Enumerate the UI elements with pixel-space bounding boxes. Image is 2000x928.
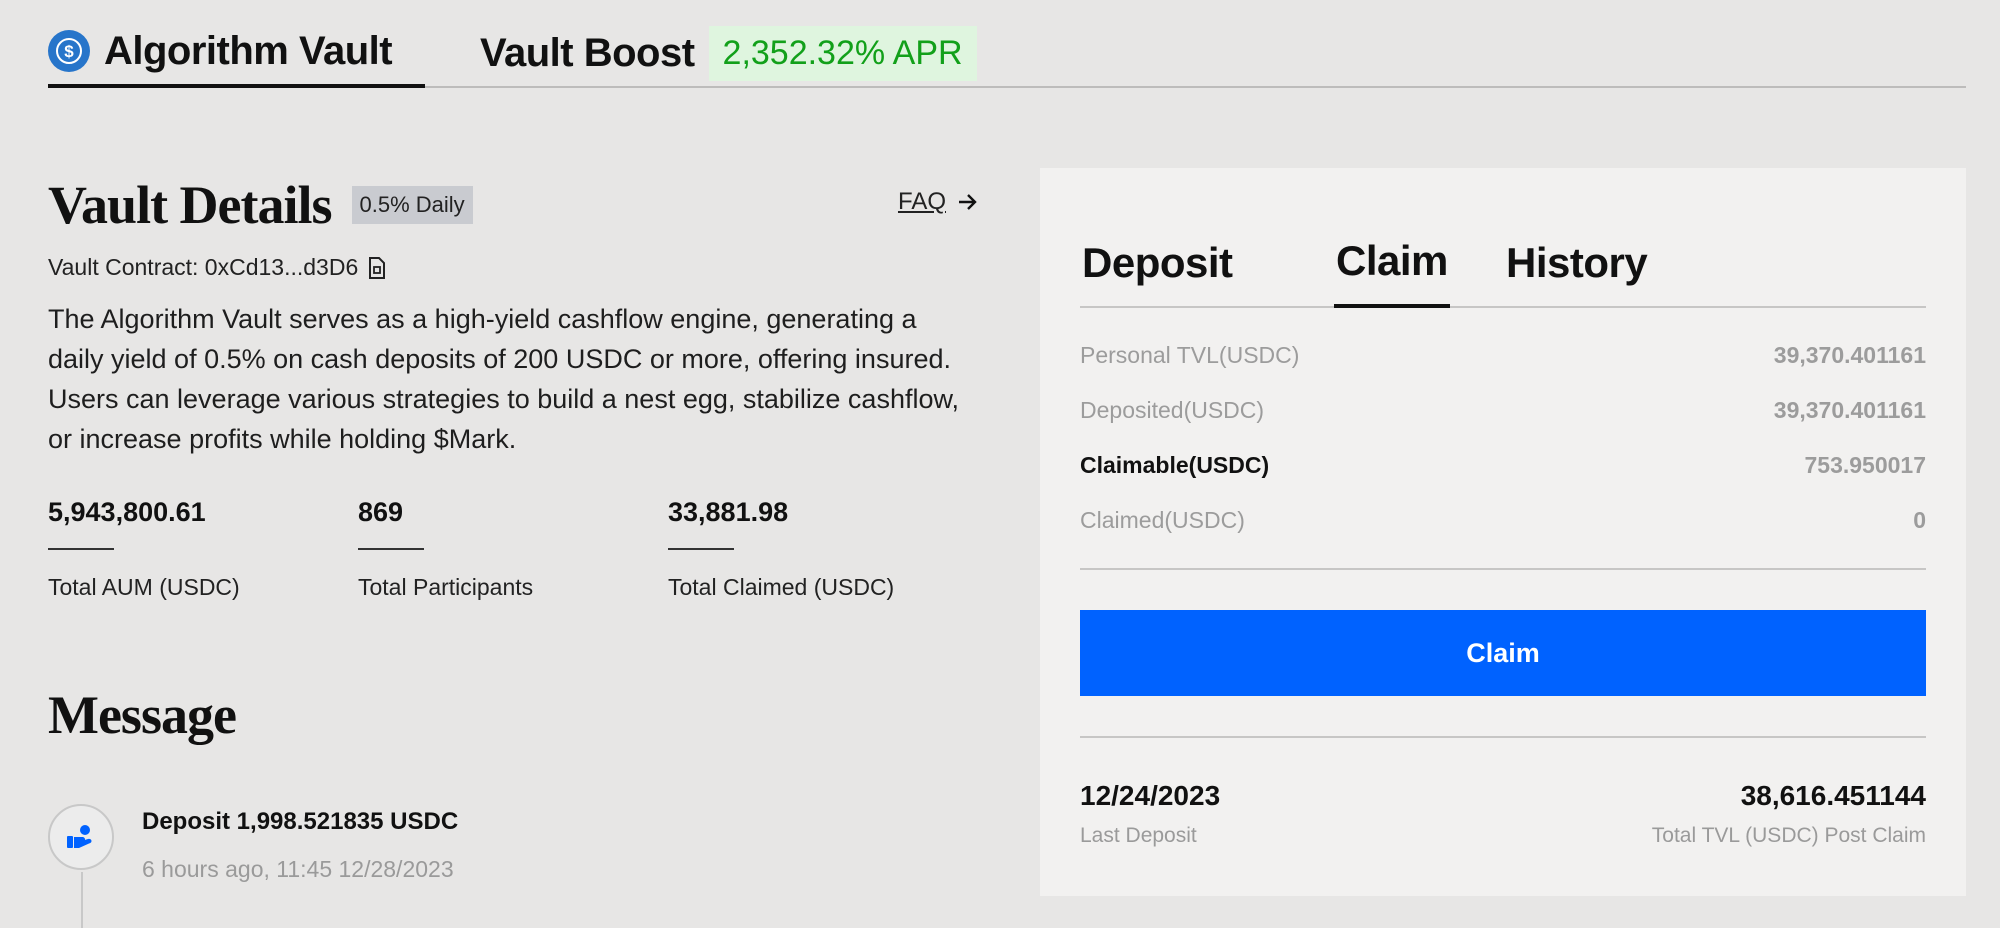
row-personal-tvl: Personal TVL(USDC) 39,370.401161: [1080, 328, 1926, 383]
row-claimable: Claimable(USDC) 753.950017: [1080, 438, 1926, 493]
stat-value: 33,881.98: [668, 497, 789, 527]
stat-label: Total Claimed (USDC): [668, 574, 895, 600]
message-headline: Deposit 1,998.521835 USDC: [142, 808, 459, 835]
tab-algorithm-vault[interactable]: $ Algorithm Vault: [48, 18, 425, 88]
stat-divider: [668, 548, 734, 550]
tab-vault-boost-label: Vault Boost: [480, 30, 695, 75]
tab-vault-boost[interactable]: Vault Boost 2,352.32% APR: [480, 18, 977, 88]
faq-link[interactable]: FAQ: [898, 188, 978, 216]
last-deposit-value: 12/24/2023: [1080, 780, 1221, 811]
tab-deposit[interactable]: Deposit: [1082, 218, 1233, 308]
divider: [1080, 568, 1926, 570]
row-claimed: Claimed(USDC) 0: [1080, 493, 1926, 548]
row-key: Claimable(USDC): [1080, 452, 1270, 478]
row-value: 39,370.401161: [1773, 342, 1926, 368]
tab-algorithm-vault-label: Algorithm Vault: [104, 28, 393, 73]
usdc-coin-icon: $: [48, 30, 90, 72]
row-value: 0: [1913, 507, 1926, 533]
message-time: 6 hours ago, 11:45 12/28/2023: [142, 856, 454, 882]
vault-contract: Vault Contract: 0xCd13...d3D6: [48, 254, 978, 281]
copy-icon[interactable]: [366, 256, 388, 280]
stat-value: 5,943,800.61: [48, 497, 206, 527]
svg-text:$: $: [64, 42, 74, 61]
post-claim-label: Total TVL (USDC) Post Claim: [1651, 824, 1926, 847]
stat-total-aum: 5,943,800.61 Total AUM (USDC): [48, 497, 358, 601]
claim-panel: Deposit Claim History Personal TVL(USDC)…: [1040, 168, 1966, 896]
daily-yield-badge: 0.5% Daily: [351, 186, 473, 224]
panel-tabs: Deposit Claim History: [1080, 218, 1926, 308]
row-value: 39,370.401161: [1773, 397, 1926, 423]
stat-total-participants: 869 Total Participants: [358, 497, 668, 601]
last-deposit-label: Last Deposit: [1080, 824, 1197, 847]
stat-total-claimed: 33,881.98 Total Claimed (USDC): [668, 497, 978, 601]
divider: [1080, 736, 1926, 738]
stat-label: Total Participants: [358, 574, 534, 600]
stats-row: 5,943,800.61 Total AUM (USDC) 869 Total …: [48, 497, 978, 601]
deposit-hand-icon: [48, 804, 114, 870]
claim-button[interactable]: Claim: [1080, 610, 1926, 696]
stat-label: Total AUM (USDC): [48, 574, 240, 600]
post-claim-value: 38,616.451144: [1740, 780, 1926, 811]
message-title: Message: [48, 685, 237, 745]
row-key: Deposited(USDC): [1080, 397, 1265, 423]
message-item: Deposit 1,998.521835 USDC 6 hours ago, 1…: [48, 802, 648, 928]
vault-contract-label: Vault Contract: 0xCd13...d3D6: [48, 254, 359, 280]
last-deposit: 12/24/2023 Last Deposit: [1080, 780, 1220, 848]
row-key: Claimed(USDC): [1080, 507, 1245, 533]
tab-history[interactable]: History: [1506, 218, 1648, 308]
stat-divider: [48, 548, 114, 550]
arrow-right-icon: [959, 194, 977, 210]
top-nav: $ Algorithm Vault Vault Boost 2,352.32% …: [48, 0, 1966, 88]
vault-description: The Algorithm Vault serves as a high-yie…: [48, 304, 959, 454]
vault-details-section: Vault Details 0.5% Daily FAQ Vault Contr…: [48, 170, 978, 601]
stat-divider: [358, 548, 424, 550]
apr-badge: 2,352.32% APR: [708, 25, 977, 81]
post-claim-tvl: 38,616.451144 Total TVL (USDC) Post Clai…: [1652, 780, 1926, 848]
row-value: 753.950017: [1804, 452, 1926, 478]
claim-summary: Personal TVL(USDC) 39,370.401161 Deposit…: [1080, 328, 1926, 548]
stat-value: 869: [358, 497, 404, 527]
timeline-line: [81, 872, 83, 928]
faq-label: FAQ: [897, 188, 946, 215]
tab-claim[interactable]: Claim: [1334, 218, 1450, 308]
row-key: Personal TVL(USDC): [1080, 342, 1300, 368]
row-deposited: Deposited(USDC) 39,370.401161: [1080, 383, 1926, 438]
page-title: Vault Details: [48, 175, 333, 235]
